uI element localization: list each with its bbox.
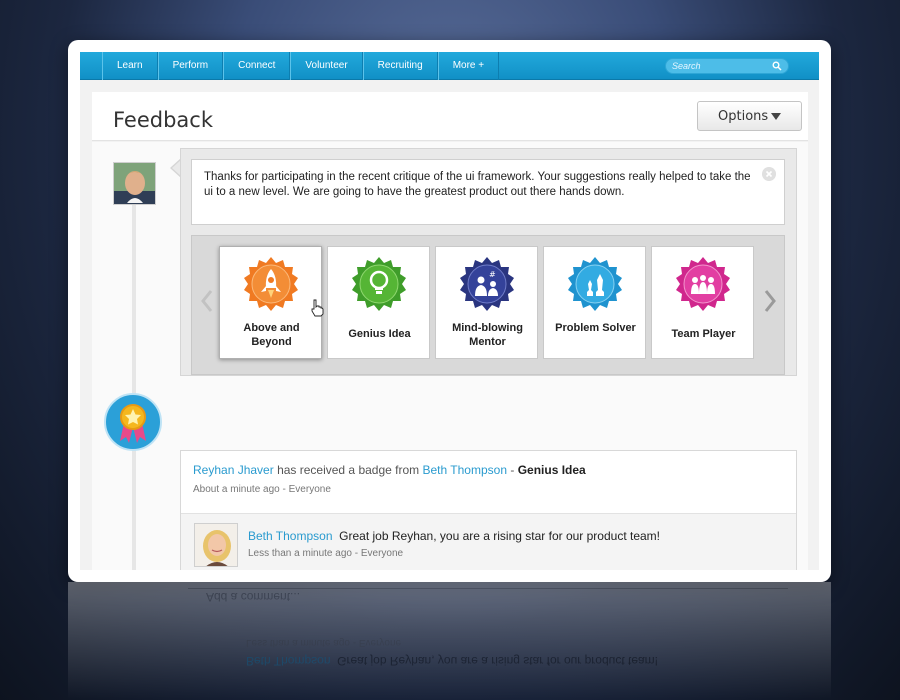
page-title: Feedback — [113, 108, 214, 132]
activity-meta: About a minute ago - Everyone — [193, 484, 331, 495]
nav-item-connect[interactable]: Connect — [223, 52, 291, 80]
comment: Beth Thompson Great job Reyhan, you are … — [181, 513, 796, 570]
reflection-comment: Beth Thompson Great job Reyhan, you are … — [246, 654, 658, 668]
reflection: Add a comment... Less than a minute ago … — [68, 582, 831, 700]
reflection-line — [188, 588, 788, 589]
nav-item-perform[interactable]: Perform — [157, 52, 224, 80]
message-field[interactable]: Thanks for participating in the recent c… — [191, 159, 785, 225]
post-composer: Thanks for participating in the recent c… — [180, 148, 797, 376]
reflection-text: Great job Reyhan, you are a rising star … — [337, 654, 658, 668]
activity-item: Reyhan Jhaver has received a badge from … — [180, 450, 797, 570]
badge-carousel: Above and Beyond Genius Idea # Mind-blow… — [191, 235, 785, 375]
badge-label: Problem Solver — [555, 322, 636, 334]
activity-headline: Reyhan Jhaver has received a badge from … — [193, 463, 586, 477]
nav-item-learn[interactable]: Learn — [102, 52, 158, 80]
stage: Learn Perform Connect Volunteer Recruiti… — [0, 0, 900, 700]
badge-team-player[interactable]: Team Player — [651, 246, 754, 359]
badge-problem-solver[interactable]: Problem Solver — [543, 246, 646, 359]
comment-meta: Less than a minute ago - Everyone — [248, 548, 403, 559]
caret-down-icon — [771, 113, 781, 120]
avatar[interactable] — [113, 162, 156, 205]
badge-label: Genius Idea — [348, 328, 411, 340]
reflection-surface — [68, 582, 831, 700]
chess-icon — [568, 257, 622, 311]
comment-avatar[interactable] — [194, 523, 238, 567]
reflection-comment-meta: Less than a minute ago - Everyone — [246, 637, 402, 648]
commenter-photo — [195, 524, 237, 566]
activity-time: About a minute ago — [193, 484, 280, 495]
meta-separator: - — [282, 484, 286, 495]
comment-text: Great job Reyhan, you are a rising star … — [339, 529, 660, 543]
badge-name: Genius Idea — [517, 463, 586, 477]
top-nav: Learn Perform Connect Volunteer Recruiti… — [80, 52, 819, 80]
rocket-icon — [244, 257, 298, 311]
chevron-left-icon[interactable] — [199, 288, 215, 314]
badge-genius-idea[interactable]: Genius Idea — [327, 246, 430, 359]
options-label: Options — [718, 109, 769, 124]
activity-audience[interactable]: Everyone — [289, 484, 331, 495]
comment-time: Less than a minute ago — [248, 548, 352, 559]
svg-text:#: # — [489, 270, 496, 279]
nav-items: Learn Perform Connect Volunteer Recruiti… — [102, 52, 500, 80]
reflection-add-comment: Add a comment... — [206, 590, 301, 604]
nav-item-volunteer[interactable]: Volunteer — [290, 52, 363, 80]
user-photo — [114, 163, 155, 204]
badge-label: Above and Beyond — [243, 322, 300, 348]
search-input[interactable] — [666, 59, 766, 73]
app-frame: Learn Perform Connect Volunteer Recruiti… — [68, 40, 831, 582]
feed: Thanks for participating in the recent c… — [92, 142, 808, 570]
timeline-line — [132, 178, 136, 570]
app-screen: Learn Perform Connect Volunteer Recruiti… — [80, 52, 819, 570]
comment-author-link[interactable]: Beth Thompson — [248, 529, 333, 543]
nav-item-more[interactable]: More + — [437, 52, 500, 80]
chevron-right-icon[interactable] — [762, 288, 778, 314]
options-button[interactable]: Options — [697, 101, 802, 131]
reward-badge-icon — [104, 393, 162, 451]
reflection-author: Beth Thompson — [246, 654, 331, 668]
nav-item-recruiting[interactable]: Recruiting — [362, 52, 438, 80]
activity-verb: has received a badge from — [277, 463, 420, 477]
badge-label: Team Player — [671, 328, 736, 340]
page-header: Feedback Options — [92, 92, 808, 141]
search-box — [665, 58, 789, 74]
badge-mind-blowing-mentor[interactable]: # Mind-blowing Mentor — [435, 246, 538, 359]
badge-above-and-beyond[interactable]: Above and Beyond — [219, 246, 324, 359]
team-icon — [676, 257, 730, 311]
meta-separator: - — [354, 548, 359, 559]
badge-label: Mind-blowing Mentor — [452, 322, 523, 348]
comment-audience[interactable]: Everyone — [361, 548, 403, 559]
recipient-link[interactable]: Reyhan Jhaver — [193, 463, 274, 477]
activity-separator: - — [510, 463, 515, 477]
sender-link[interactable]: Beth Thompson — [423, 463, 508, 477]
search-icon[interactable] — [772, 61, 782, 71]
message-text: Thanks for participating in the recent c… — [204, 171, 751, 198]
hand-cursor-icon — [311, 299, 324, 317]
mentor-icon: # — [460, 257, 514, 311]
close-icon[interactable] — [762, 167, 776, 181]
comment-body: Beth Thompson Great job Reyhan, you are … — [248, 529, 660, 543]
lightbulb-icon — [352, 257, 406, 311]
